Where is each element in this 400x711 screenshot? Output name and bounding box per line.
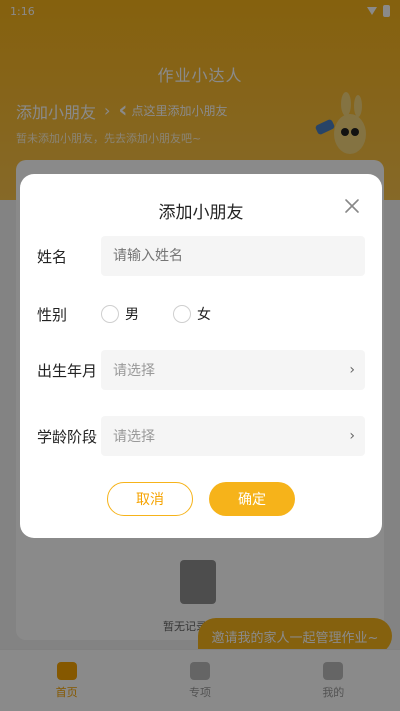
stage-label: 学龄阶段 <box>37 427 98 446</box>
stage-select[interactable]: 请选择 › <box>101 416 365 456</box>
dialog-title: 添加小朋友 <box>158 203 244 223</box>
chevron-right-icon: › <box>349 362 355 378</box>
close-icon[interactable] <box>342 196 362 216</box>
name-label: 姓名 <box>37 247 68 266</box>
radio-circle-icon <box>101 305 119 323</box>
add-child-dialog: 添加小朋友 姓名 性别 男 女 出生年月 请选择 › 学龄阶段 请选择 <box>20 174 382 538</box>
gender-row: 性别 男 女 <box>37 302 365 326</box>
birth-row: 出生年月 请选择 › <box>37 350 365 390</box>
gender-label: 性别 <box>37 305 68 324</box>
radio-label: 女 <box>197 307 211 323</box>
stage-row: 学龄阶段 请选择 › <box>37 416 365 456</box>
gender-radio-group: 男 女 <box>101 304 211 324</box>
cancel-button[interactable]: 取消 <box>107 482 193 516</box>
confirm-button[interactable]: 确定 <box>209 482 295 516</box>
birth-select[interactable]: 请选择 › <box>101 350 365 390</box>
chevron-right-icon: › <box>349 428 355 444</box>
radio-label: 男 <box>125 307 139 323</box>
gender-female-radio[interactable]: 女 <box>173 304 211 324</box>
stage-placeholder: 请选择 <box>113 429 155 445</box>
name-input[interactable] <box>101 236 365 276</box>
gender-male-radio[interactable]: 男 <box>101 304 139 324</box>
birth-label: 出生年月 <box>37 361 98 380</box>
radio-circle-icon <box>173 305 191 323</box>
name-row: 姓名 <box>37 236 365 276</box>
birth-placeholder: 请选择 <box>113 363 155 379</box>
